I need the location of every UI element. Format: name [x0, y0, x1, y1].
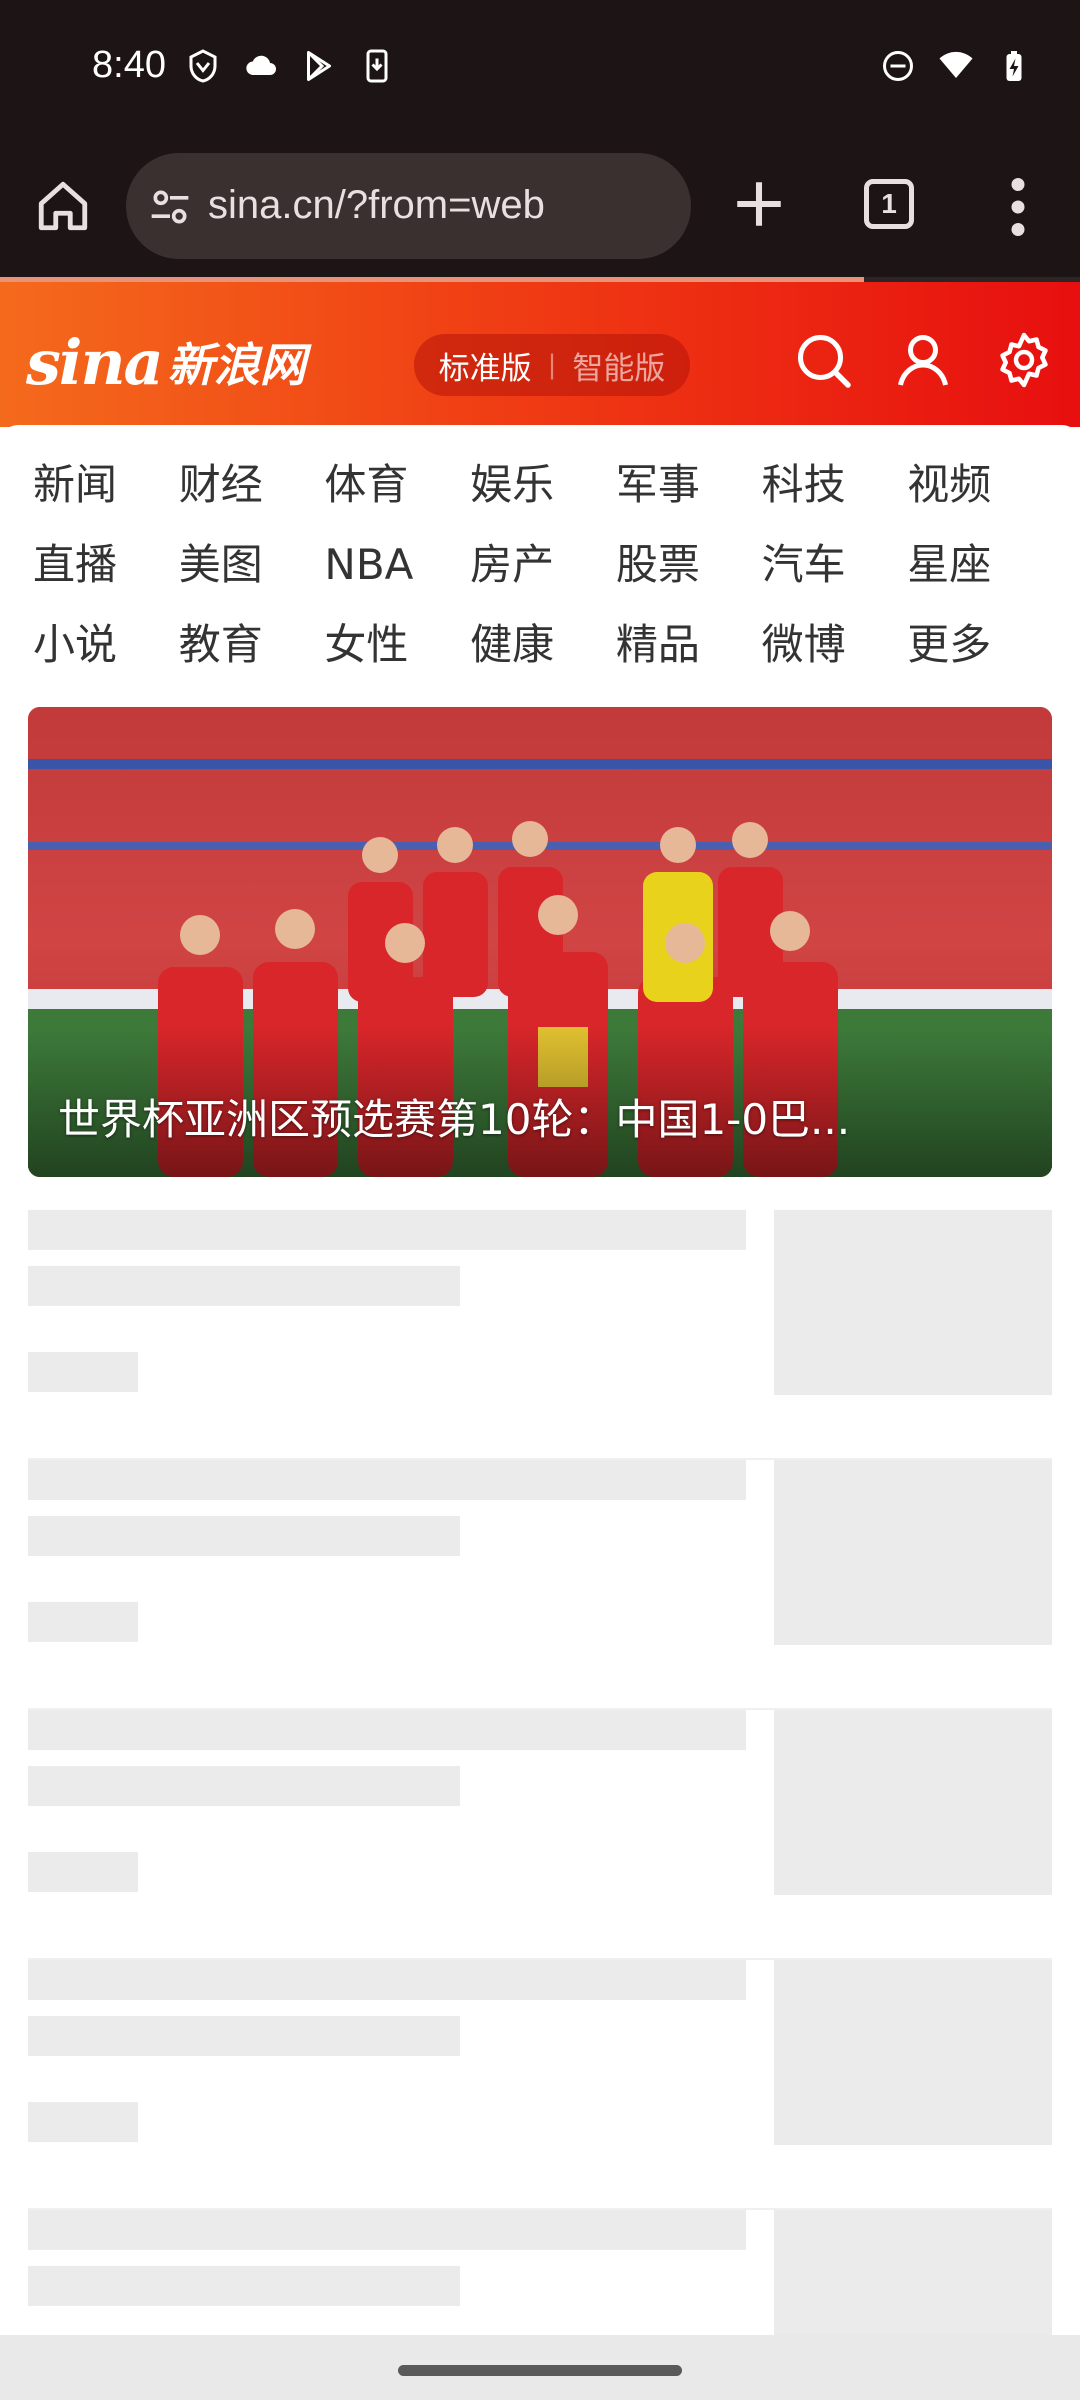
placeholder-title-line [28, 1266, 460, 1306]
channel-nav: 新闻 财经 体育 娱乐 军事 科技 视频直播 美图 NBA 房产 股票 汽车 星座小说 教育 女性 健康 精品微… [33, 455, 1053, 675]
cloud-icon [246, 55, 276, 76]
placeholder-title-line [28, 1460, 746, 1500]
nav-item[interactable]: 星座 [907, 535, 1053, 595]
news-item-placeholder [28, 1710, 1052, 1960]
news-list-skeleton [28, 1210, 1052, 2400]
site-settings-icon[interactable] [148, 185, 192, 229]
placeholder-thumbnail [774, 1960, 1052, 2145]
placeholder-title-line [28, 1710, 746, 1750]
search-icon[interactable] [793, 330, 853, 390]
placeholder-title-line [28, 1516, 460, 1556]
version-toggle: 标准版 | 智能版 [414, 334, 690, 396]
placeholder-source-tag [28, 1352, 138, 1392]
nav-item[interactable]: 直播 [33, 535, 179, 595]
logo-cn-text: 新浪网 [167, 338, 306, 392]
nav-item[interactable]: 美图 [179, 535, 325, 595]
smart-version-button[interactable]: 智能版 [572, 343, 665, 388]
nav-item[interactable]: 女性 [324, 615, 470, 675]
nav-item[interactable]: 小说 [33, 615, 179, 675]
main-content: 新闻 财经 体育 娱乐 军事 科技 视频直播 美图 NBA 房产 股票 汽车 星座小说 教育 女性 健康 精品微… [0, 425, 1080, 2395]
download-icon [366, 49, 388, 83]
version-divider: | [547, 350, 557, 380]
placeholder-title-line [28, 1210, 746, 1250]
placeholder-title-line [28, 1960, 746, 2000]
news-item-placeholder [28, 1460, 1052, 1710]
nav-item[interactable]: 体育 [324, 455, 470, 515]
nav-item[interactable]: 教育 [179, 615, 325, 675]
placeholder-source-tag [28, 1602, 138, 1642]
hero-caption[interactable]: 世界杯亚洲区预选赛第10轮：中国1-0巴... [58, 1086, 850, 1147]
sina-logo[interactable]: sina 新浪网 [26, 322, 306, 402]
battery-charging-icon [1006, 51, 1022, 81]
nav-item[interactable]: 娱乐 [470, 455, 616, 515]
nav-item[interactable]: 微博 [762, 615, 908, 675]
nav-item[interactable]: 财经 [179, 455, 325, 515]
do-not-disturb-icon [883, 51, 913, 81]
nav-item[interactable]: 精品 [616, 615, 762, 675]
nav-item[interactable]: 汽车 [762, 535, 908, 595]
gesture-nav-bar [0, 2335, 1080, 2400]
nav-item[interactable]: 房产 [470, 535, 616, 595]
nav-item[interactable]: 健康 [470, 615, 616, 675]
user-icon[interactable] [893, 330, 953, 390]
placeholder-title-line [28, 2016, 460, 2056]
tab-switcher-button[interactable]: 1 [864, 179, 914, 229]
site-header: sina 新浪网 标准版 | 智能版 [0, 282, 1080, 427]
play-store-icon [307, 51, 331, 81]
news-item-placeholder [28, 1960, 1052, 2210]
more-menu-icon[interactable] [1006, 177, 1030, 237]
nav-item[interactable]: 新闻 [33, 455, 179, 515]
placeholder-source-tag [28, 2102, 138, 2142]
url-text[interactable]: sina.cn/?from=web [208, 183, 545, 228]
hero-banner[interactable]: 世界杯亚洲区预选赛第10轮：中国1-0巴... [28, 707, 1052, 1177]
nav-item[interactable]: NBA [324, 535, 470, 595]
placeholder-title-line [28, 1766, 460, 1806]
address-bar[interactable]: sina.cn/?from=web [126, 153, 691, 259]
status-left-icons [185, 48, 395, 84]
home-icon[interactable] [34, 177, 92, 235]
placeholder-title-line [28, 2266, 460, 2306]
status-bar: 8:40 [0, 0, 1080, 135]
new-tab-icon[interactable] [730, 175, 788, 233]
standard-version-button[interactable]: 标准版 [439, 343, 532, 388]
logo-sina-text: sina [26, 325, 164, 399]
placeholder-thumbnail [774, 1210, 1052, 1395]
nav-item[interactable]: 军事 [616, 455, 762, 515]
status-right-icons [880, 48, 1032, 84]
browser-toolbar: sina.cn/?from=web 1 [0, 135, 1080, 277]
placeholder-thumbnail [774, 1710, 1052, 1895]
vpn-shield-icon [189, 49, 217, 83]
status-time: 8:40 [92, 44, 166, 86]
placeholder-thumbnail [774, 1460, 1052, 1645]
nav-item[interactable]: 视频 [907, 455, 1053, 515]
wifi-icon [939, 51, 973, 78]
placeholder-title-line [28, 2210, 746, 2250]
placeholder-source-tag [28, 1852, 138, 1892]
nav-item[interactable]: 更多 [907, 615, 1053, 675]
home-gesture-handle[interactable] [398, 2365, 682, 2376]
news-item-placeholder [28, 1210, 1052, 1460]
nav-item[interactable]: 股票 [616, 535, 762, 595]
settings-gear-icon[interactable] [994, 330, 1054, 390]
nav-item[interactable]: 科技 [762, 455, 908, 515]
